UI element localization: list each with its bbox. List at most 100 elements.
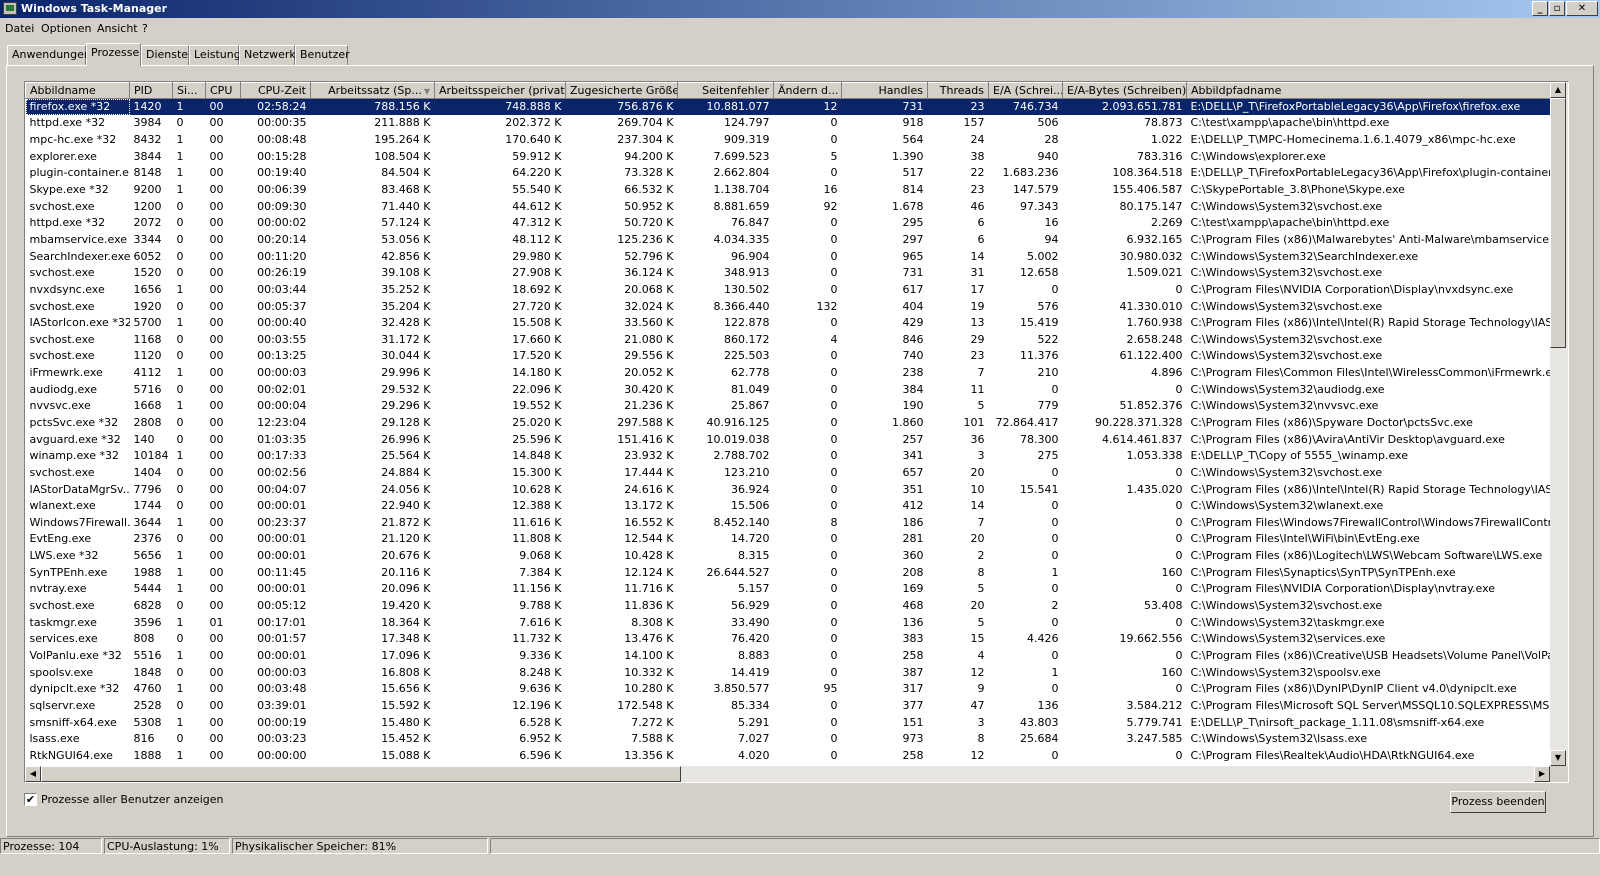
table-row[interactable]: svchost.exe 1168 0 00 00:03:55 31.172 K 17.660… bbox=[26, 331, 1551, 348]
table-row[interactable]: winamp.exe *32 10184 1 00 00:17:33 25.564 K 14… bbox=[26, 448, 1551, 465]
horizontal-scroll-thumb[interactable] bbox=[41, 766, 681, 782]
table-row[interactable]: httpd.exe *32 3984 0 00 00:00:35 211.888 K 202… bbox=[26, 115, 1551, 132]
table-row[interactable]: mpc-hc.exe *32 8432 1 00 00:08:48 195.264 K 17… bbox=[26, 132, 1551, 149]
menu-help[interactable]: ? bbox=[142, 22, 148, 35]
show-all-users-label[interactable]: Prozesse aller Benutzer anzeigen bbox=[41, 793, 224, 806]
table-row[interactable]: services.exe 808 0 00 00:01:57 17.348 K 11.732… bbox=[26, 631, 1551, 648]
table-row[interactable]: sqlservr.exe 2528 0 00 03:39:01 15.592 K 12.19… bbox=[26, 698, 1551, 715]
close-button[interactable]: ✕ bbox=[1566, 1, 1598, 16]
table-row[interactable]: spoolsv.exe 1848 0 00 00:00:03 16.808 K 8.248 … bbox=[26, 664, 1551, 681]
column-header[interactable]: Arbeitssatz (Sp... ▼ bbox=[310, 82, 435, 99]
table-cell: 00 bbox=[209, 499, 224, 513]
table-cell: 29 bbox=[970, 332, 985, 346]
column-header[interactable]: CPU bbox=[205, 82, 241, 99]
column-header[interactable]: E/A-Bytes (Schreiben) bbox=[1062, 82, 1187, 99]
column-header[interactable]: E/A (Schrei... bbox=[988, 82, 1063, 99]
table-row[interactable]: SynTPEnh.exe 1988 1 00 00:11:45 20.116 K 7.384… bbox=[26, 564, 1551, 581]
tab-dienste[interactable]: Dienste bbox=[141, 45, 189, 65]
table-row[interactable]: httpd.exe *32 2072 0 00 00:00:02 57.124 K 47.3… bbox=[26, 215, 1551, 232]
table-row[interactable]: dynipclt.exe *32 4760 1 00 00:03:48 15.656 K9… bbox=[26, 681, 1551, 698]
table-row[interactable]: nvxdsync.exe 1656 1 00 00:03:44 35.252 K 18.69… bbox=[26, 282, 1551, 299]
taskmanager-app-icon[interactable] bbox=[3, 2, 17, 15]
scroll-up-button[interactable]: ▲ bbox=[1550, 82, 1566, 98]
table-row[interactable]: pctsSvc.exe *32 2808 0 00 12:23:04 29.128 K 25… bbox=[26, 415, 1551, 432]
table-row[interactable]: EvtEng.exe 2376 0 00 00:00:01 21.120 K 11.808 … bbox=[26, 531, 1551, 548]
table-cell: 6 bbox=[977, 216, 985, 230]
table-row[interactable]: svchost.exe 1404 0 00 00:02:56 24.884 K 15.300… bbox=[26, 465, 1551, 482]
table-row[interactable]: Windows7Firewall... 3644 1 00 00:23:37 21.872… bbox=[26, 515, 1551, 532]
table-cell: 468 bbox=[902, 599, 924, 613]
table-row[interactable]: plugin-container.e... 8148 1 00 00:19:40 84.5… bbox=[26, 165, 1551, 182]
column-header[interactable]: Threads bbox=[927, 82, 989, 99]
menu-ansicht[interactable]: Ansicht bbox=[97, 22, 138, 35]
table-row[interactable]: SearchIndexer.exe 6052 0 00 00:11:20 42.856 K… bbox=[26, 248, 1551, 265]
column-header[interactable]: Abbildpfadname bbox=[1186, 82, 1550, 99]
tab-anwendungen[interactable]: Anwendungen bbox=[7, 45, 91, 65]
column-header[interactable]: PID bbox=[129, 82, 173, 99]
table-cell: 1.390 bbox=[892, 149, 924, 163]
table-row[interactable]: svchost.exe 1920 0 00 00:05:37 35.204 K 27.720… bbox=[26, 298, 1551, 315]
table-row[interactable]: svchost.exe 6828 0 00 00:05:12 19.420 K 9.788 … bbox=[26, 598, 1551, 615]
table-row[interactable]: audiodg.exe 5716 0 00 00:02:01 29.532 K 22.096… bbox=[26, 381, 1551, 398]
vertical-scroll-thumb[interactable] bbox=[1550, 98, 1566, 348]
table-row[interactable]: svchost.exe 1120 0 00 00:13:25 30.044 K 17.520… bbox=[26, 348, 1551, 365]
table-row[interactable]: LWS.exe *32 5656 1 00 00:00:01 20.676 K 9.068 … bbox=[26, 548, 1551, 565]
scroll-right-button[interactable]: ▶ bbox=[1534, 766, 1550, 782]
table-row[interactable]: VolPanlu.exe *32 5516 1 00 00:00:01 17.096 K9… bbox=[26, 648, 1551, 665]
table-row[interactable]: svchost.exe 1200 0 00 00:09:30 71.440 K 44.612… bbox=[26, 198, 1551, 215]
table-row[interactable]: IAStorIcon.exe *32 5700 1 00 00:00:40 32.428 … bbox=[26, 315, 1551, 332]
table-row[interactable]: RtkNGUI64.exe 1888 1 00 00:00:00 15.088 K 6.59… bbox=[26, 747, 1551, 764]
table-row[interactable]: lsass.exe 816 0 00 00:03:23 15.452 K 6.952 K 7.… bbox=[26, 731, 1551, 748]
table-cell: 26.644.527 bbox=[706, 565, 770, 579]
column-header[interactable]: CPU-Zeit bbox=[240, 82, 311, 99]
window-title: Windows Task-Manager bbox=[21, 2, 168, 15]
tab-prozesse[interactable]: Prozesse bbox=[86, 43, 141, 66]
table-row[interactable]: svchost.exe 1520 0 00 00:26:19 39.108 K 27.908… bbox=[26, 265, 1551, 282]
scroll-down-button[interactable]: ▼ bbox=[1550, 750, 1566, 766]
table-row[interactable]: iFrmewrk.exe 4112 1 00 00:00:03 29.996 K 14.18… bbox=[26, 365, 1551, 382]
column-header[interactable]: Handles bbox=[841, 82, 928, 99]
table-row[interactable]: taskmgr.exe 3596 1 01 00:17:01 18.364 K 7.616 … bbox=[26, 614, 1551, 631]
table-cell: 0 bbox=[830, 665, 838, 679]
table-row[interactable]: firefox.exe *32 1420 1 00 02:58:24 788.156 K7… bbox=[25, 98, 1550, 116]
column-header[interactable]: Arbeitsspeicher (privat... bbox=[434, 82, 566, 99]
table-row[interactable]: nvtray.exe 5444 1 00 00:00:01 20.096 K 11.156 … bbox=[26, 581, 1551, 598]
menu-optionen[interactable]: Optionen bbox=[41, 22, 91, 35]
table-cell: 00 bbox=[209, 748, 224, 762]
table-cell: 00:20:14 bbox=[257, 232, 307, 246]
table-row[interactable]: Skype.exe *32 9200 1 00 00:06:39 83.468 K 55.5… bbox=[26, 182, 1551, 199]
restore-button[interactable]: ▫ bbox=[1549, 1, 1565, 16]
table-row[interactable]: nvvsvc.exe 1668 1 00 00:00:04 29.296 K 19.552 … bbox=[26, 398, 1551, 415]
table-cell: Windows7Firewall... bbox=[29, 515, 130, 529]
column-header-row: Abbildname PID Si... CPU CPU-Zeit Arbeitssatz… bbox=[25, 82, 1550, 99]
column-header-label: PID bbox=[134, 84, 153, 97]
menu-datei[interactable]: Datei bbox=[5, 22, 34, 35]
tab-netzwerk[interactable]: Netzwerk bbox=[239, 45, 296, 65]
table-cell: 0 bbox=[1175, 465, 1183, 479]
scroll-left-button[interactable]: ◀ bbox=[25, 766, 41, 782]
horizontal-scrollbar[interactable]: ◀ ▶ bbox=[25, 766, 1550, 782]
table-cell: 00 bbox=[209, 432, 224, 446]
tab-leistung[interactable]: Leistung bbox=[189, 45, 241, 65]
process-list[interactable]: Abbildname PID Si... CPU CPU-Zeit Arbeitssatz… bbox=[24, 81, 1569, 783]
show-all-users-checkbox[interactable]: ✔ bbox=[24, 793, 37, 806]
end-process-button[interactable]: Prozess beenden bbox=[1450, 791, 1546, 813]
column-header[interactable]: Si... bbox=[172, 82, 206, 99]
table-cell: 522 bbox=[1037, 332, 1059, 346]
table-row[interactable]: smsniff-x64.exe 5308 1 00 00:00:19 15.480 K 6.… bbox=[26, 714, 1551, 731]
tab-benutzer[interactable]: Benutzer bbox=[295, 45, 350, 65]
vertical-scrollbar[interactable]: ▲ ▼ bbox=[1550, 82, 1568, 766]
table-cell: 124.797 bbox=[724, 116, 770, 130]
table-row[interactable]: mbamservice.exe ...334400000:20:1453.056… bbox=[26, 232, 1551, 249]
column-header[interactable]: Zugesicherte Größe bbox=[565, 82, 678, 99]
minimize-button[interactable]: _ bbox=[1532, 1, 1548, 16]
column-header[interactable]: Seitenfehler bbox=[677, 82, 774, 99]
table-cell: 19.420 K bbox=[381, 599, 431, 613]
table-row[interactable]: avguard.exe *32 140 0 00 01:03:35 26.996 K 25.… bbox=[26, 431, 1551, 448]
table-row[interactable]: IAStorDataMgrSv... 7796 0 00 00:04:07 24.056 … bbox=[26, 481, 1551, 498]
table-row[interactable]: explorer.exe 3844 1 00 00:15:28 108.504 K 59.9… bbox=[26, 148, 1551, 165]
column-header[interactable]: Abbildname bbox=[25, 82, 130, 99]
column-header[interactable]: Ändern d... bbox=[773, 82, 842, 99]
table-row[interactable]: wlanext.exe 1744 0 00 00:00:01 22.940 K 12.388… bbox=[26, 498, 1551, 515]
table-cell: 8148 bbox=[133, 166, 162, 180]
